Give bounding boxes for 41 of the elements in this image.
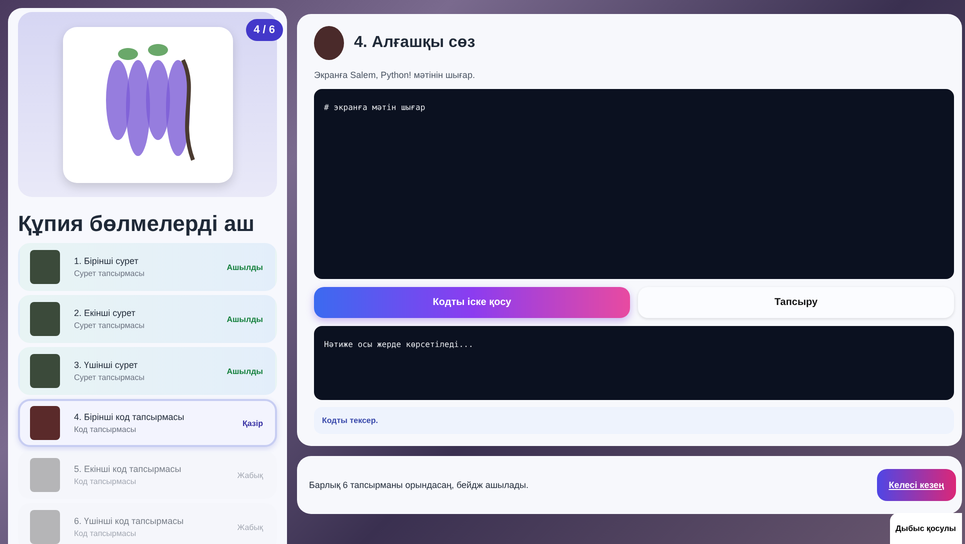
task-status: Қазір: [242, 418, 263, 428]
next-stage-button[interactable]: Келесі кезең: [876, 469, 956, 501]
task-subtitle: Сурет тапсырмасы: [74, 373, 146, 382]
submit-button[interactable]: Тапсыру: [638, 287, 954, 318]
task-title: 4. Бірінші код тапсырмасы: [74, 412, 186, 422]
task-status: Ашылды: [226, 262, 263, 272]
task-subtitle: Сурет тапсырмасы: [74, 269, 146, 278]
task-heading: 4. Алғашқы сөз: [354, 34, 476, 52]
task-status: Ашылды: [226, 366, 263, 376]
footer-message: Барлық 6 тапсырманы орындасаң, бейдж ашылады.: [309, 480, 528, 490]
task-item[interactable]: 4. Бірінші код тапсырмасы Код тапсырмасы Қазір: [18, 399, 277, 447]
photo-placeholder: [30, 354, 60, 388]
output-console: Нәтиже осы жерде көрсетіледі...: [314, 326, 954, 400]
code-editor[interactable]: # экранға мәтін шығар: [314, 89, 954, 279]
task-title: 6. Үшінші код тапсырмасы: [74, 516, 185, 526]
photo-placeholder: [30, 458, 60, 492]
photo-placeholder: [30, 406, 60, 440]
task-status: Ашылды: [226, 314, 263, 324]
run-code-button[interactable]: Кодты іске қосу: [314, 287, 630, 318]
task-title: 5. Екінші код тапсырмасы: [74, 464, 182, 474]
task-title: 3. Үшінші сурет: [74, 360, 139, 370]
photo-placeholder: [30, 510, 60, 544]
task-item[interactable]: 1. Бірінші сурет Сурет тапсырмасы Ашылды: [18, 243, 277, 291]
photo-placeholder: [30, 250, 60, 284]
progress-badge: 4 / 6: [246, 19, 283, 41]
task-description: Экранға Salem, Python! мәтінін шығар.: [314, 70, 476, 80]
avatar-placeholder: [314, 26, 344, 60]
task-subtitle: Код тапсырмасы: [74, 425, 138, 434]
task-title: 2. Екінші сурет: [74, 308, 136, 318]
photo-placeholder: [30, 302, 60, 336]
task-subtitle: Сурет тапсырмасы: [74, 321, 146, 330]
sound-toggle[interactable]: Дыбыс қосулы: [890, 513, 962, 544]
hint-text: Кодты тексер.: [314, 407, 954, 434]
task-title: 1. Бірінші сурет: [74, 256, 140, 266]
task-item[interactable]: 3. Үшінші сурет Сурет тапсырмасы Ашылды: [18, 347, 277, 395]
task-subtitle: Код тапсырмасы: [74, 477, 138, 486]
task-status: Жабық: [237, 522, 263, 532]
task-item[interactable]: 2. Екінші сурет Сурет тапсырмасы Ашылды: [18, 295, 277, 343]
task-status: Жабық: [237, 470, 263, 480]
task-subtitle: Код тапсырмасы: [74, 529, 138, 538]
sidebar-title: Құпия бөлмелерді аш: [18, 211, 256, 237]
